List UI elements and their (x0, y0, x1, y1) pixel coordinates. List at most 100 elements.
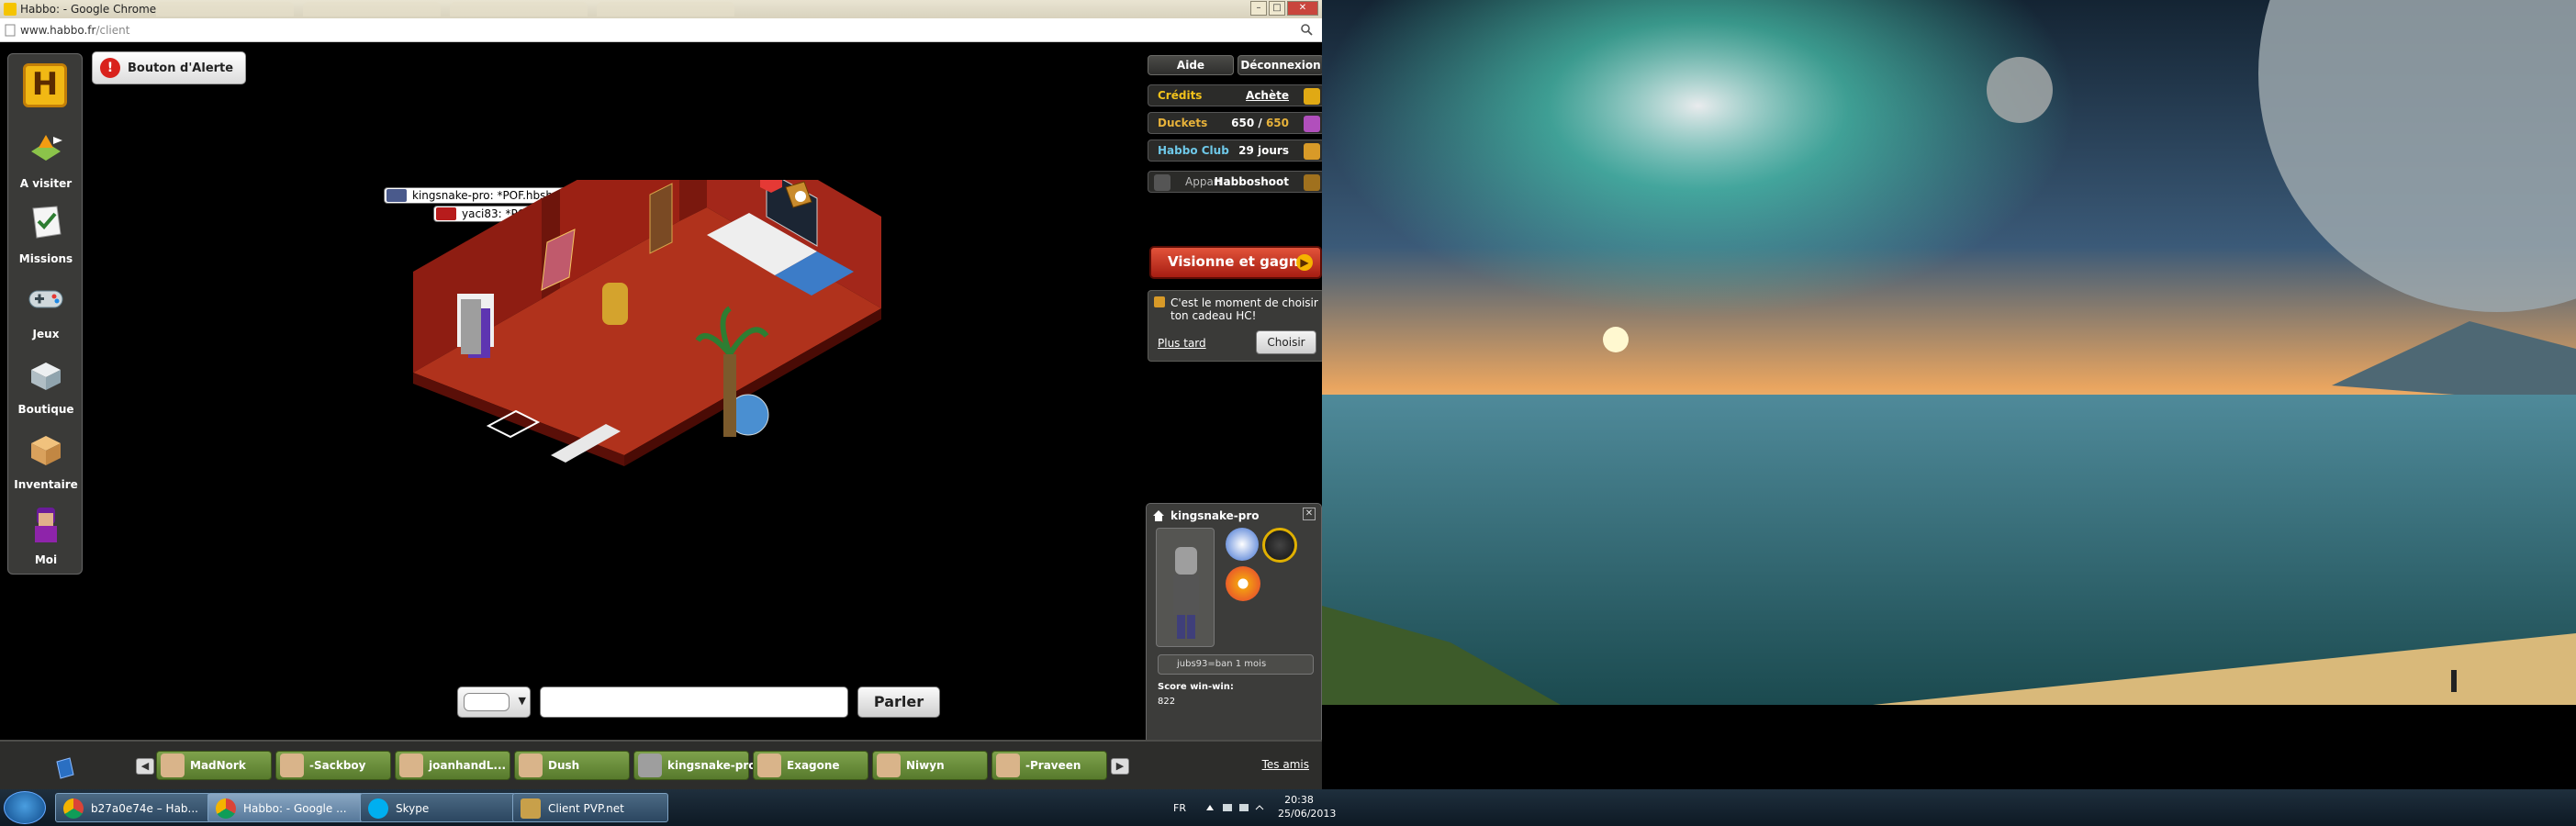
friend-item[interactable]: Dush (514, 751, 630, 780)
friend-item[interactable]: Niwyn (872, 751, 988, 780)
buy-credits-link[interactable]: Achète (1246, 89, 1289, 102)
speech-bubble-icon (464, 693, 510, 711)
friend-item[interactable]: -Sackboy (275, 751, 391, 780)
pin-icon (1154, 174, 1170, 191)
browser-tab[interactable] (156, 2, 294, 17)
friend-item[interactable]: -Praveen (991, 751, 1107, 780)
address-bar[interactable]: www.habbo.fr/client (0, 18, 1322, 42)
nav-item-visit[interactable]: A visiter (8, 124, 84, 190)
credits-label: Crédits (1158, 89, 1203, 102)
chat-style-selector[interactable]: ▼ (457, 686, 531, 718)
close-icon[interactable]: ✕ (1303, 508, 1316, 520)
language-indicator[interactable]: FR (1173, 802, 1186, 814)
later-link[interactable]: Plus tard (1158, 337, 1206, 350)
avatar-figure (1173, 547, 1199, 639)
task-chrome-window[interactable]: b27a0e74e – Hab... (55, 793, 211, 822)
nav-item-me[interactable]: Moi (8, 500, 84, 566)
send-button[interactable]: Parler (857, 686, 940, 718)
avatar-head-icon (35, 508, 57, 542)
friend-item[interactable]: MadNork (156, 751, 272, 780)
tray-icons[interactable] (1203, 800, 1272, 815)
room-view[interactable] (404, 180, 1010, 675)
alert-button[interactable]: ! Bouton d'Alerte (92, 51, 246, 84)
friends-next-icon[interactable]: ▶ (1111, 758, 1129, 775)
hc-gift-text: C'est le moment de choisir ton cadeau HC… (1170, 296, 1318, 322)
badge-icon[interactable] (1226, 528, 1259, 561)
system-clock[interactable]: 20:38 25/06/2013 (1278, 793, 1336, 820)
score-label: Score win-win: (1158, 682, 1234, 692)
window-title: Habbo: - Google Chrome (20, 3, 157, 16)
room-info-row[interactable]: Appart : Habboshoot (1148, 171, 1325, 193)
person-silhouette (2451, 670, 2457, 692)
window-controls: – □ ✕ (1250, 1, 1318, 16)
avatar-kingsnake (461, 299, 481, 354)
task-lol-client[interactable]: Client PVP.net (512, 793, 668, 822)
friend-item[interactable]: joanhandL... (395, 751, 510, 780)
close-icon[interactable]: ✕ (1287, 1, 1318, 16)
logout-button[interactable]: Déconnexion (1238, 55, 1324, 75)
badge-icon[interactable] (1262, 528, 1297, 563)
profile-avatar (1156, 528, 1215, 647)
nav-item-shop[interactable]: Boutique (8, 350, 84, 416)
gamepad-icon (28, 290, 63, 308)
choose-button[interactable]: Choisir (1256, 330, 1316, 354)
browser-titlebar: Habbo: - Google Chrome – □ ✕ (0, 0, 1322, 18)
start-button[interactable] (4, 791, 46, 824)
help-button[interactable]: Aide (1148, 55, 1234, 75)
url-text[interactable]: www.habbo.fr/client (20, 24, 129, 37)
room-info-icon[interactable] (1304, 174, 1320, 191)
habbo-logo-icon[interactable]: H (23, 63, 67, 107)
club-days: 29 jours (1238, 144, 1289, 157)
watch-and-win-button[interactable]: Visionne et gagne ▶ (1149, 246, 1322, 279)
hc-gift-box: C'est le moment de choisir ton cadeau HC… (1148, 290, 1325, 362)
all-friends-link[interactable]: Tes amis (1262, 758, 1309, 771)
bottom-toolbar: ◀ MadNork -Sackboy joanhandL... Dush kin… (0, 740, 1322, 789)
duckets-icon (1304, 116, 1320, 132)
badge-icon[interactable] (1226, 566, 1260, 601)
nav-item-games[interactable]: Jeux (8, 274, 84, 340)
jukebox (602, 283, 628, 325)
chat-input[interactable] (540, 686, 848, 718)
nav-label: Inventaire (14, 478, 78, 491)
play-arrow-icon: ▶ (1296, 254, 1313, 271)
nav-label: Jeux (32, 328, 60, 340)
minimize-icon[interactable]: – (1250, 1, 1267, 16)
friend-avatar-icon (877, 753, 901, 777)
task-skype[interactable]: Skype (360, 793, 516, 822)
door (649, 183, 673, 254)
warning-icon: ! (100, 58, 120, 78)
gift-icon (1154, 296, 1165, 307)
browser-tab[interactable] (450, 2, 588, 17)
friend-item[interactable]: Exagone (753, 751, 868, 780)
shop-icon (31, 363, 61, 390)
room-settings-icon[interactable] (780, 178, 817, 215)
left-navigation: H A visiter Missions Jeux Boutique Inven… (7, 53, 83, 575)
friend-avatar-icon (399, 753, 423, 777)
duckets-value: 650 / 650 (1231, 117, 1289, 129)
missions-icon (32, 206, 62, 239)
url-path: /client (95, 24, 130, 37)
search-icon[interactable] (1300, 23, 1313, 36)
nav-item-inventory[interactable]: Inventaire (8, 425, 84, 491)
profile-card: kingsnake-pro ✕ jubs93=ban 1 mois Score … (1146, 503, 1322, 778)
chrome-icon (63, 798, 84, 819)
chrome-icon (216, 798, 236, 819)
sun (1603, 327, 1629, 352)
nav-item-missions[interactable]: Missions (8, 199, 84, 265)
room-name: Habboshoot (1214, 175, 1289, 188)
browser-tab[interactable] (597, 2, 734, 17)
friend-avatar-icon (757, 753, 781, 777)
task-habbo-window[interactable]: Habbo: - Google ... (207, 793, 364, 822)
friend-avatar-icon (519, 753, 543, 777)
navigator-icon[interactable] (51, 754, 79, 782)
browser-window: Habbo: - Google Chrome – □ ✕ www.habbo.f… (0, 0, 1325, 789)
friend-item[interactable]: kingsnake-pro (633, 751, 756, 780)
inventory-box-icon (31, 436, 61, 465)
maximize-icon[interactable]: □ (1269, 1, 1285, 16)
friends-prev-icon[interactable]: ◀ (136, 758, 154, 775)
browser-tab[interactable] (303, 2, 441, 17)
home-icon[interactable] (1152, 509, 1165, 522)
profile-name: kingsnake-pro (1170, 509, 1260, 522)
profile-motto: jubs93=ban 1 mois (1158, 654, 1314, 675)
desktop-black-area (1322, 705, 2576, 789)
